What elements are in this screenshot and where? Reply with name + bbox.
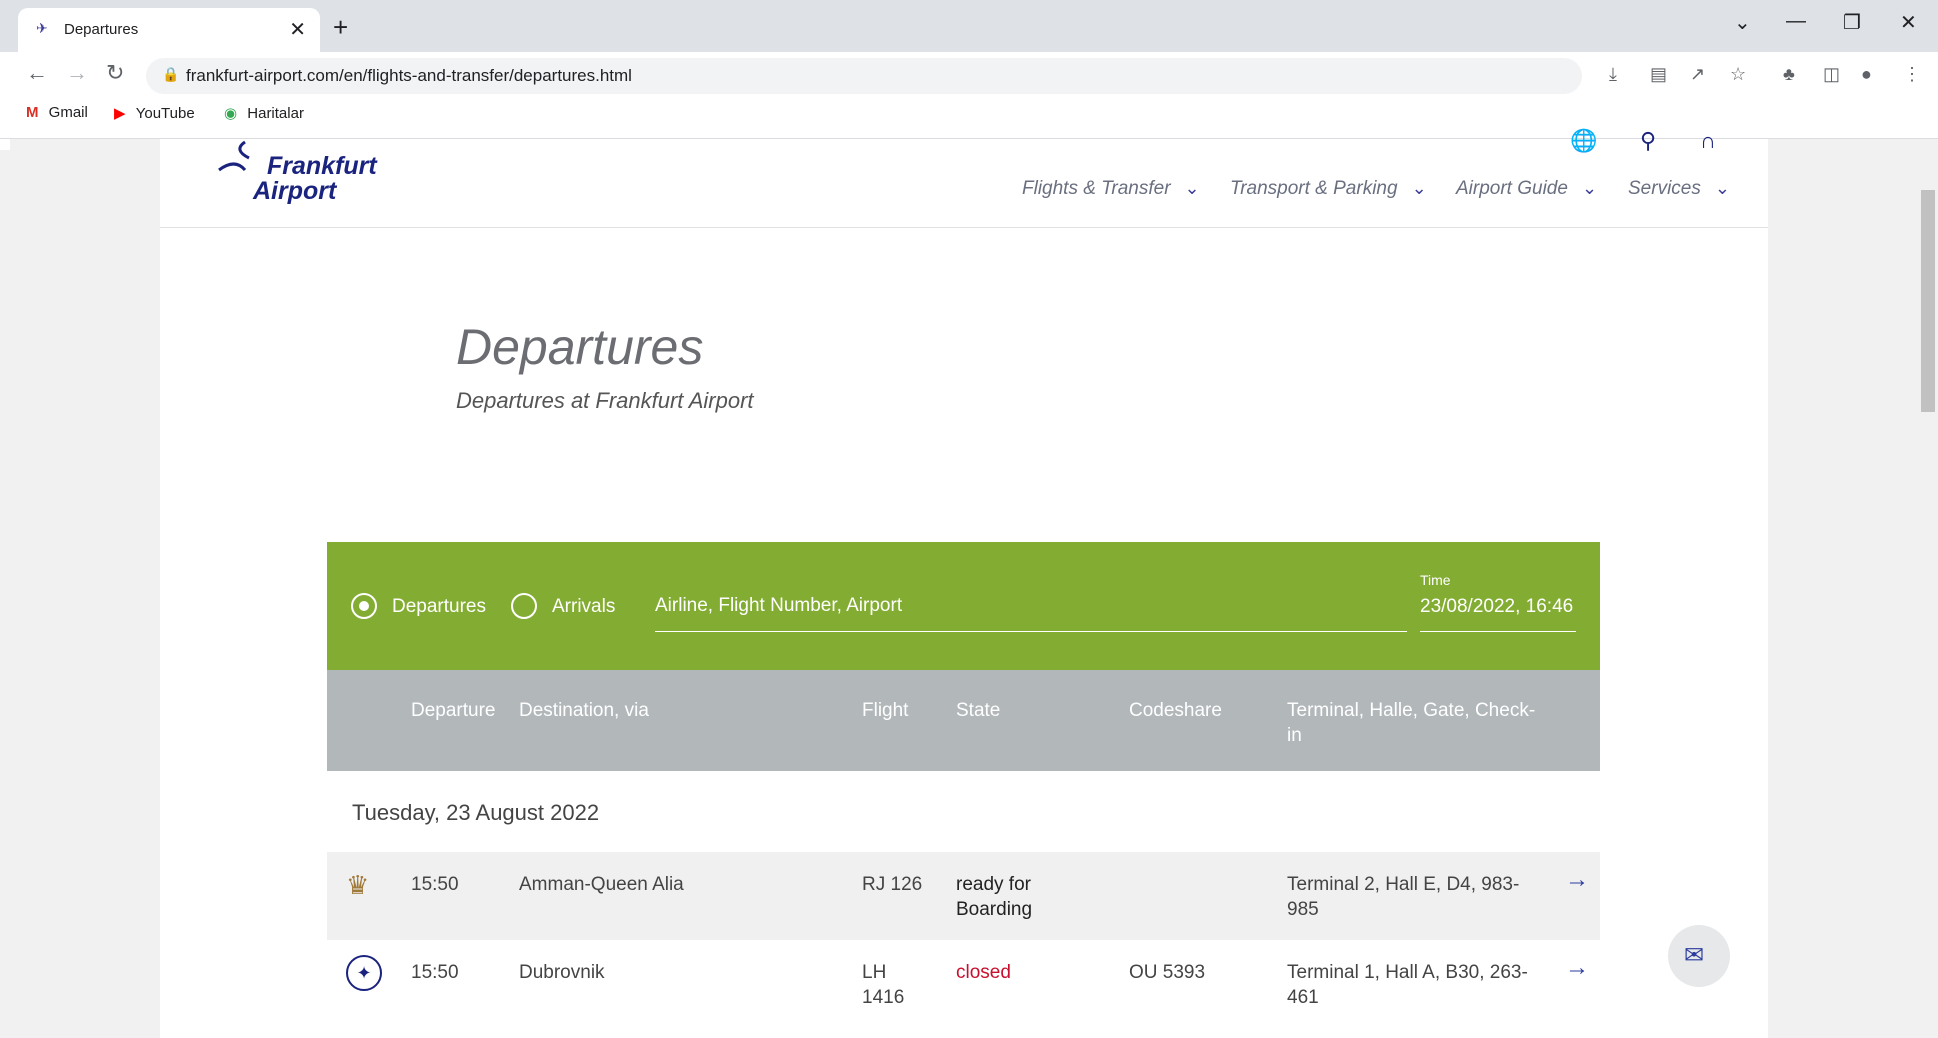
minimize-icon[interactable]: — <box>1786 10 1806 33</box>
radio-arrivals-label[interactable]: Arrivals <box>552 596 615 618</box>
row-details-arrow-icon[interactable]: → <box>1565 954 1589 982</box>
chevron-down-icon: ⌄ <box>1714 178 1730 198</box>
row-details-arrow-icon[interactable]: → <box>1565 866 1589 894</box>
radio-departures-label[interactable]: Departures <box>392 596 486 618</box>
bookmark-star-icon[interactable]: ☆ <box>1730 64 1746 85</box>
bookmark-gmail[interactable]: M Gmail <box>26 104 88 121</box>
radio-departures[interactable] <box>351 593 377 619</box>
time-value: 23/08/2022, 16:46 <box>1420 596 1574 617</box>
time-label: Time <box>1420 572 1451 588</box>
plane-favicon-icon: ✈ <box>36 20 48 36</box>
youtube-icon: ▶ <box>114 105 126 122</box>
share-icon[interactable]: ↗ <box>1690 64 1705 85</box>
row-destination: Dubrovnik <box>519 962 605 983</box>
logo-mark-icon <box>218 140 250 172</box>
search-icon[interactable]: ⚲ <box>1640 128 1656 154</box>
header-departure[interactable]: Departure <box>411 698 496 723</box>
install-icon[interactable]: ⤓ <box>1609 64 1617 85</box>
chat-button[interactable]: ✉ <box>1668 925 1730 987</box>
row-flight: RJ 126 <box>862 874 923 895</box>
logo-line2: Airport <box>253 177 337 205</box>
url-text: frankfurt-airport.com/en/flights-and-tra… <box>186 66 632 85</box>
tab-list-chevron-icon[interactable]: ⌄ <box>1734 10 1751 35</box>
scrollbar-thumb[interactable] <box>1921 190 1935 412</box>
page-title: Departures <box>456 319 704 375</box>
row-time: 15:50 <box>411 962 459 983</box>
header-state[interactable]: State <box>956 698 1000 723</box>
chevron-down-icon: ⌄ <box>1411 178 1427 198</box>
header-destination[interactable]: Destination, via <box>519 698 649 723</box>
row-terminal: Terminal 2, Hall E, D4, 983-985 <box>1287 874 1520 920</box>
new-tab-button[interactable]: + <box>333 12 348 43</box>
row-codeshare: OU 5393 <box>1129 962 1206 983</box>
globe-icon[interactable]: 🌐 <box>1570 128 1597 154</box>
logo-line1: Frankfurt <box>267 152 377 180</box>
browser-tab[interactable]: ✈ Departures ✕ <box>18 8 320 52</box>
header-divider <box>160 227 1768 228</box>
reload-icon[interactable]: ↻ <box>106 60 124 86</box>
row-destination: Amman-Queen Alia <box>519 874 684 895</box>
nav-flights-transfer[interactable]: Flights & Transfer ⌄ <box>1022 178 1200 200</box>
row-time: 15:50 <box>411 874 459 895</box>
lufthansa-crane-icon: ✦ <box>346 955 382 991</box>
tab-title: Departures <box>64 21 139 38</box>
gmail-icon: M <box>26 104 39 121</box>
chevron-down-icon: ⌄ <box>1184 178 1200 198</box>
royal-jordanian-crown-icon: ♛ <box>346 870 370 900</box>
header-flight[interactable]: Flight <box>862 698 908 723</box>
nav-airport-guide[interactable]: Airport Guide ⌄ <box>1456 178 1597 200</box>
bookmark-youtube[interactable]: ▶ YouTube <box>114 104 195 122</box>
nav-transport-parking[interactable]: Transport & Parking ⌄ <box>1230 178 1427 200</box>
lock-icon: 🔒 <box>162 66 180 82</box>
page-subtitle: Departures at Frankfurt Airport <box>456 388 754 413</box>
row-flight: LH 1416 <box>862 962 905 1008</box>
radio-arrivals[interactable] <box>511 593 537 619</box>
side-panel-icon[interactable]: ◫ <box>1823 64 1840 85</box>
search-placeholder: Airline, Flight Number, Airport <box>655 595 903 616</box>
tab-close-icon[interactable]: ✕ <box>289 17 306 42</box>
restore-icon[interactable]: ❐ <box>1843 10 1861 35</box>
profile-avatar-icon[interactable]: ● <box>1861 64 1872 85</box>
bookmark-haritalar[interactable]: ◉ Haritalar <box>224 104 304 122</box>
nav-services[interactable]: Services ⌄ <box>1628 178 1730 200</box>
window-close-icon[interactable]: ✕ <box>1900 10 1917 35</box>
date-heading: Tuesday, 23 August 2022 <box>352 800 600 825</box>
back-icon[interactable]: ← <box>26 60 48 86</box>
user-icon[interactable]: ∩ <box>1700 128 1716 154</box>
row-state: ready for Boarding <box>956 874 1033 920</box>
translate-icon[interactable]: ▤ <box>1650 64 1667 85</box>
time-field[interactable]: Time 23/08/2022, 16:46 <box>1420 568 1576 632</box>
chevron-down-icon: ⌄ <box>1581 178 1598 198</box>
row-terminal: Terminal 1, Hall A, B30, 263-461 <box>1287 962 1528 1008</box>
maps-icon: ◉ <box>224 105 238 122</box>
forward-icon[interactable]: → <box>66 60 88 86</box>
header-terminal[interactable]: Terminal, Halle, Gate, Check-in <box>1287 698 1537 748</box>
radio-selected-dot <box>359 601 369 611</box>
menu-icon[interactable]: ⋮ <box>1903 64 1921 85</box>
flight-search-input[interactable]: Airline, Flight Number, Airport <box>655 583 1407 632</box>
header-codeshare[interactable]: Codeshare <box>1129 698 1222 723</box>
extensions-icon[interactable]: ♣ <box>1783 64 1795 85</box>
chat-icon: ✉ <box>1684 942 1705 969</box>
address-bar[interactable]: 🔒 frankfurt-airport.com/en/flights-and-t… <box>146 58 1582 94</box>
row-state: closed <box>956 962 1011 983</box>
